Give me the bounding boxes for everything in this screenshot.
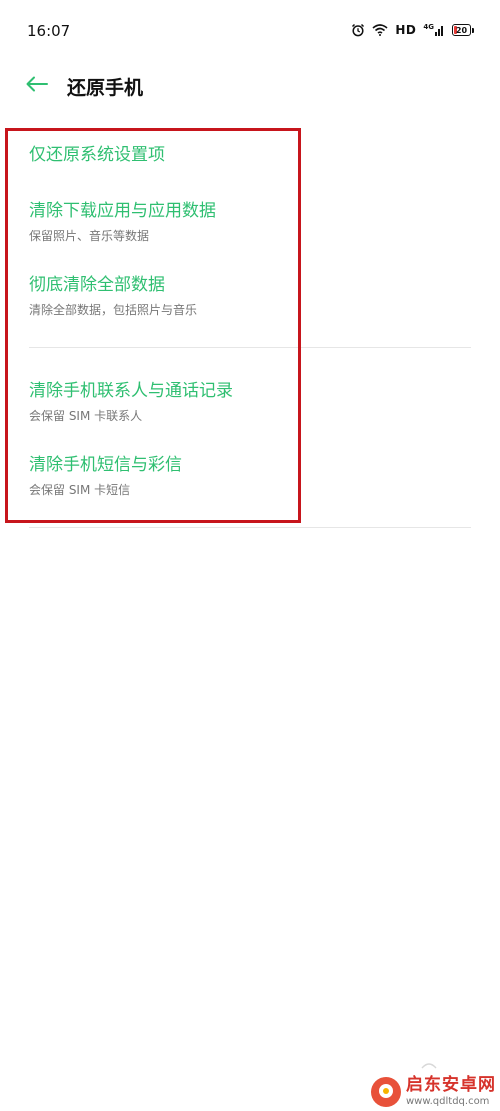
battery-level: 20	[455, 25, 468, 35]
signal-icon: 4G	[423, 24, 445, 36]
gesture-hint-icon	[421, 1054, 437, 1069]
option-clear-contacts[interactable]: 清除手机联系人与通话记录 会保留 SIM 卡联系人	[29, 380, 471, 424]
option-title: 清除手机联系人与通话记录	[29, 381, 233, 401]
option-subtitle: 保留照片、音乐等数据	[29, 229, 150, 243]
hd-label: HD	[395, 23, 417, 37]
network-label: 4G	[423, 23, 434, 31]
page-title: 还原手机	[67, 77, 144, 99]
option-erase-all[interactable]: 彻底清除全部数据 清除全部数据，包括照片与音乐	[29, 274, 471, 318]
divider	[29, 527, 471, 528]
battery-icon: 20	[452, 24, 474, 36]
option-title: 仅还原系统设置项	[29, 145, 165, 165]
status-icons: HD 4G 20	[351, 23, 474, 37]
back-button[interactable]	[20, 72, 54, 100]
option-subtitle: 会保留 SIM 卡短信	[29, 483, 131, 497]
status-time: 16:07	[27, 22, 71, 40]
option-clear-messages[interactable]: 清除手机短信与彩信 会保留 SIM 卡短信	[29, 454, 471, 498]
alarm-icon	[351, 23, 365, 37]
option-reset-settings[interactable]: 仅还原系统设置项	[29, 144, 471, 166]
option-title: 清除下载应用与应用数据	[29, 201, 216, 221]
option-clear-apps[interactable]: 清除下载应用与应用数据 清除全部数据，包括照片与音乐 保留照片、音乐等数据	[29, 200, 471, 244]
watermark-name: 启东安卓网	[406, 1075, 496, 1095]
option-subtitle: 会保留 SIM 卡联系人	[29, 409, 143, 423]
app-header: 还原手机	[0, 62, 500, 110]
arrow-left-icon	[26, 76, 48, 96]
watermark-url: www.qdltdq.com	[406, 1096, 490, 1107]
watermark: 启东安卓网 www.qdltdq.com	[371, 1073, 499, 1111]
status-bar: 16:07 HD 4G 20	[0, 0, 500, 64]
wifi-icon	[372, 24, 388, 36]
divider	[29, 347, 471, 348]
option-subtitle: 清除全部数据，包括照片与音乐	[29, 303, 198, 317]
watermark-logo-icon	[371, 1077, 401, 1107]
option-title: 清除手机短信与彩信	[29, 455, 182, 475]
option-title: 彻底清除全部数据	[29, 275, 165, 295]
